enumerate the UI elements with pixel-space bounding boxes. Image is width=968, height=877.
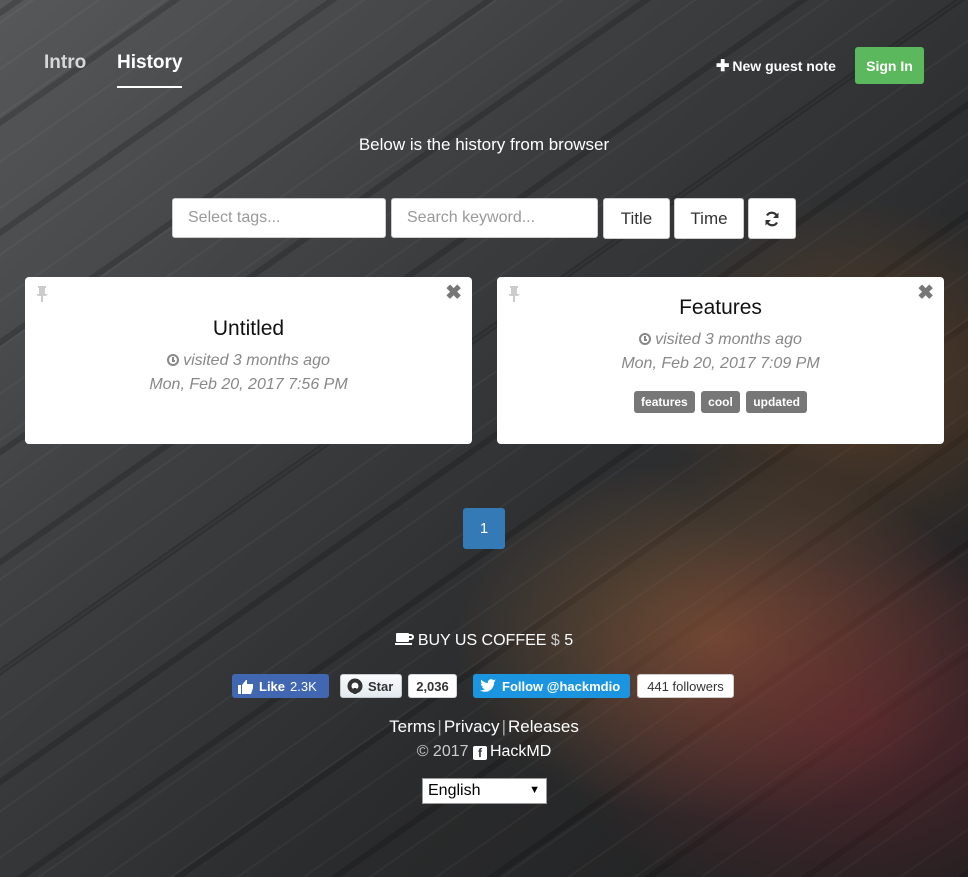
coffee-currency: $ — [550, 632, 560, 649]
coffee-icon — [394, 633, 414, 645]
twitter-followers-count[interactable]: 441 followers — [637, 674, 734, 698]
github-star-button[interactable]: Star — [340, 674, 402, 698]
pin-icon[interactable] — [34, 285, 50, 303]
history-subtitle: Below is the history from browser — [358, 135, 610, 154]
facebook-square-icon: f — [472, 746, 487, 760]
card-tags: features cool updated — [497, 391, 944, 413]
tab-history[interactable]: History — [117, 52, 183, 88]
terms-link[interactable]: Terms — [389, 717, 435, 736]
tags-filter-input[interactable] — [172, 198, 386, 238]
card-title: Features — [679, 296, 762, 319]
brand-link[interactable]: f HackMD — [472, 743, 552, 760]
close-icon[interactable]: ✖ — [917, 282, 934, 304]
twitter-follow-label: Follow @hackmdio — [502, 678, 621, 694]
sign-in-button[interactable]: Sign In — [855, 47, 924, 84]
github-star-count[interactable]: 2,036 — [408, 674, 457, 698]
refresh-button[interactable] — [748, 198, 796, 239]
pagination-page-1[interactable]: 1 — [463, 508, 505, 549]
history-card[interactable]: ✖ Untitled visited 3 months ago Mon, Feb… — [25, 277, 472, 444]
history-card[interactable]: ✖ Features visited 3 months ago Mon, Feb… — [497, 277, 944, 444]
facebook-like-count: 2.3K — [290, 678, 317, 694]
sort-by-time-button[interactable]: Time — [674, 198, 744, 239]
card-visited-text: visited 3 months ago — [183, 352, 330, 369]
releases-link[interactable]: Releases — [508, 717, 579, 736]
coffee-amount: 5 — [564, 632, 574, 649]
link-separator: | — [437, 717, 442, 736]
privacy-link[interactable]: Privacy — [444, 717, 500, 736]
buy-us-coffee-link[interactable]: BUY US COFFEE $ 5 — [0, 632, 968, 650]
card-visited-text: visited 3 months ago — [655, 331, 802, 348]
thumbs-up-icon — [238, 679, 253, 694]
twitter-follow-button[interactable]: Follow @hackmdio — [473, 674, 630, 698]
copyright-year: © 2017 — [416, 743, 469, 760]
facebook-like-button[interactable]: Like 2.3K — [232, 674, 329, 698]
github-icon — [347, 678, 363, 694]
card-date: Mon, Feb 20, 2017 7:56 PM — [149, 376, 348, 393]
tag-cool[interactable]: cool — [701, 391, 740, 413]
facebook-like-label: Like — [259, 678, 286, 694]
card-date: Mon, Feb 20, 2017 7:09 PM — [621, 355, 820, 372]
tag-updated[interactable]: updated — [746, 391, 807, 413]
card-visited: visited 3 months ago — [497, 331, 944, 349]
card-visited: visited 3 months ago — [25, 352, 472, 370]
clock-icon — [639, 333, 652, 345]
copyright: © 2017 f HackMD — [0, 743, 968, 761]
twitter-icon — [480, 679, 496, 692]
new-guest-note-label: New guest note — [732, 58, 836, 74]
dropdown-arrow-icon: ▼ — [529, 784, 540, 796]
language-selected-value: English — [428, 782, 481, 799]
tab-intro[interactable]: Intro — [44, 52, 86, 74]
brand-name: HackMD — [489, 743, 552, 760]
language-select[interactable]: English ▼ — [422, 778, 547, 804]
coffee-label: BUY US COFFEE — [417, 632, 547, 649]
link-separator: | — [501, 717, 506, 736]
clock-icon — [167, 354, 180, 366]
new-guest-note-button[interactable]: ✚ New guest note — [716, 56, 836, 76]
keyword-search-input[interactable] — [391, 198, 598, 238]
tag-features[interactable]: features — [634, 391, 695, 413]
github-star-label: Star — [368, 678, 394, 694]
refresh-icon — [765, 211, 779, 226]
close-icon[interactable]: ✖ — [445, 282, 462, 304]
plus-icon: ✚ — [716, 58, 730, 75]
pin-icon[interactable] — [506, 285, 522, 303]
card-title: Untitled — [212, 317, 285, 340]
footer-links: Terms | Privacy | Releases — [0, 717, 968, 737]
sort-by-title-button[interactable]: Title — [603, 198, 670, 239]
